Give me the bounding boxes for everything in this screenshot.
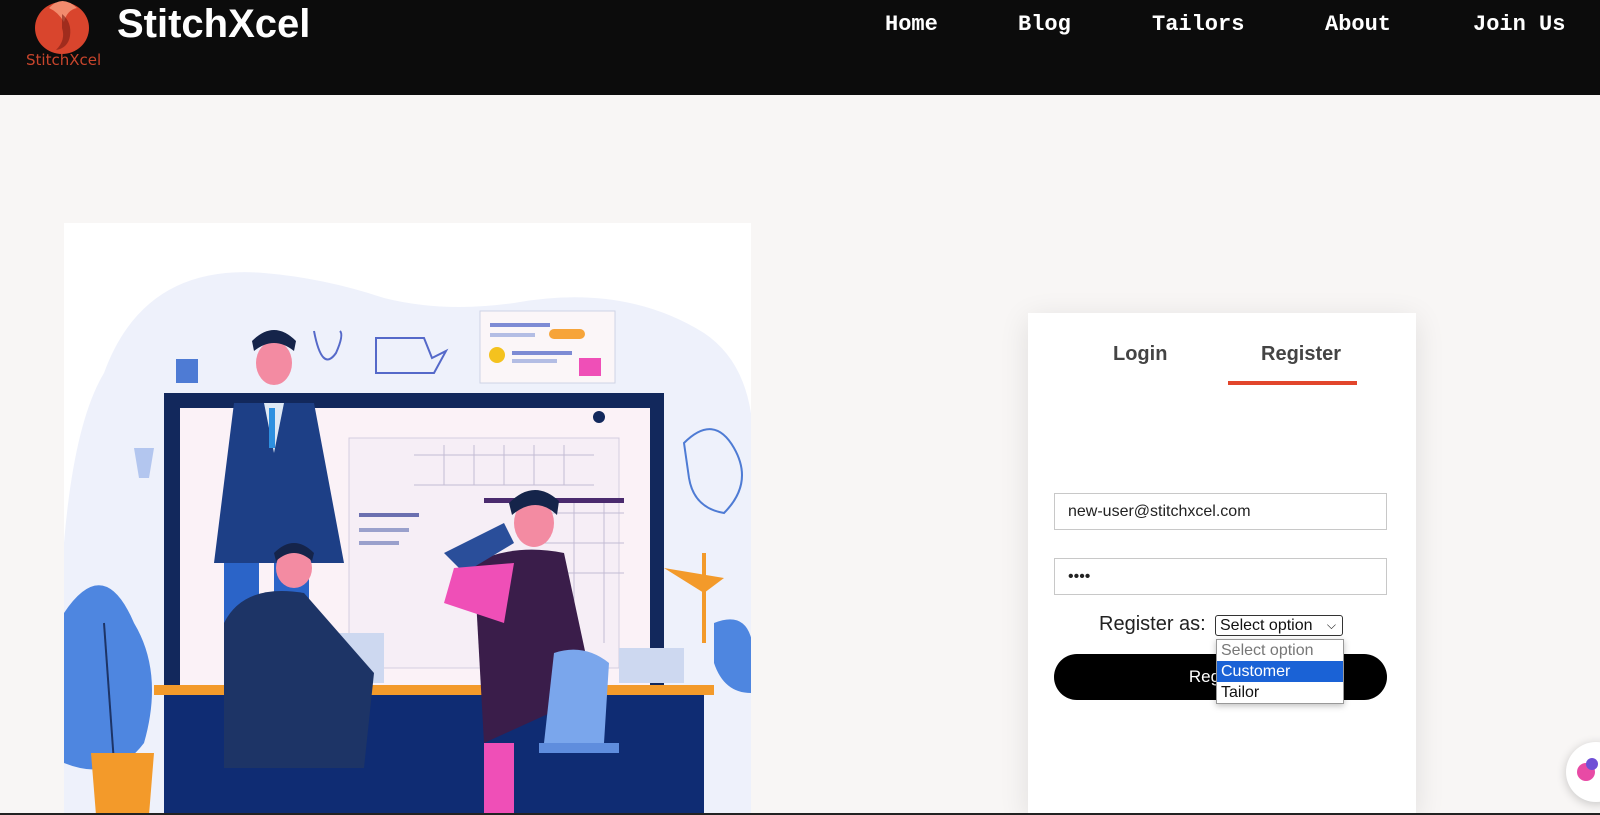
role-select[interactable]: Select option ⌵ bbox=[1215, 615, 1343, 636]
dropdown-option-tailor[interactable]: Tailor bbox=[1217, 682, 1343, 703]
tab-register[interactable]: Register bbox=[1261, 343, 1341, 366]
top-navbar: StitchXcel StitchXcel Home Blog Tailors … bbox=[0, 0, 1600, 95]
tab-login[interactable]: Login bbox=[1113, 343, 1167, 366]
team-office-illustration bbox=[64, 272, 751, 815]
chat-widget-button[interactable] bbox=[1566, 742, 1600, 802]
brand-name[interactable]: StitchXcel bbox=[117, 2, 310, 47]
role-dropdown-list: Select option Customer Tailor bbox=[1216, 639, 1344, 704]
nav-tailors[interactable]: Tailors bbox=[1152, 12, 1244, 37]
auth-card: Login Register Register as: Select optio… bbox=[1028, 313, 1416, 815]
chevron-down-icon: ⌵ bbox=[1326, 618, 1336, 632]
role-select-value: Select option bbox=[1220, 617, 1313, 634]
active-tab-indicator bbox=[1228, 381, 1357, 385]
register-as-label: Register as: bbox=[1099, 613, 1206, 635]
dropdown-option-select[interactable]: Select option bbox=[1217, 640, 1343, 661]
dropdown-option-customer[interactable]: Customer bbox=[1217, 661, 1343, 682]
nav-about[interactable]: About bbox=[1325, 12, 1391, 37]
chat-widget-icon bbox=[1577, 758, 1598, 781]
email-field[interactable] bbox=[1054, 493, 1387, 530]
nav-join-us[interactable]: Join Us bbox=[1473, 12, 1565, 37]
nav-blog[interactable]: Blog bbox=[1018, 12, 1071, 37]
password-field[interactable] bbox=[1054, 558, 1387, 595]
nav-home[interactable]: Home bbox=[885, 12, 938, 37]
hero-illustration bbox=[64, 223, 751, 815]
logo-text: StitchXcel bbox=[26, 51, 102, 69]
